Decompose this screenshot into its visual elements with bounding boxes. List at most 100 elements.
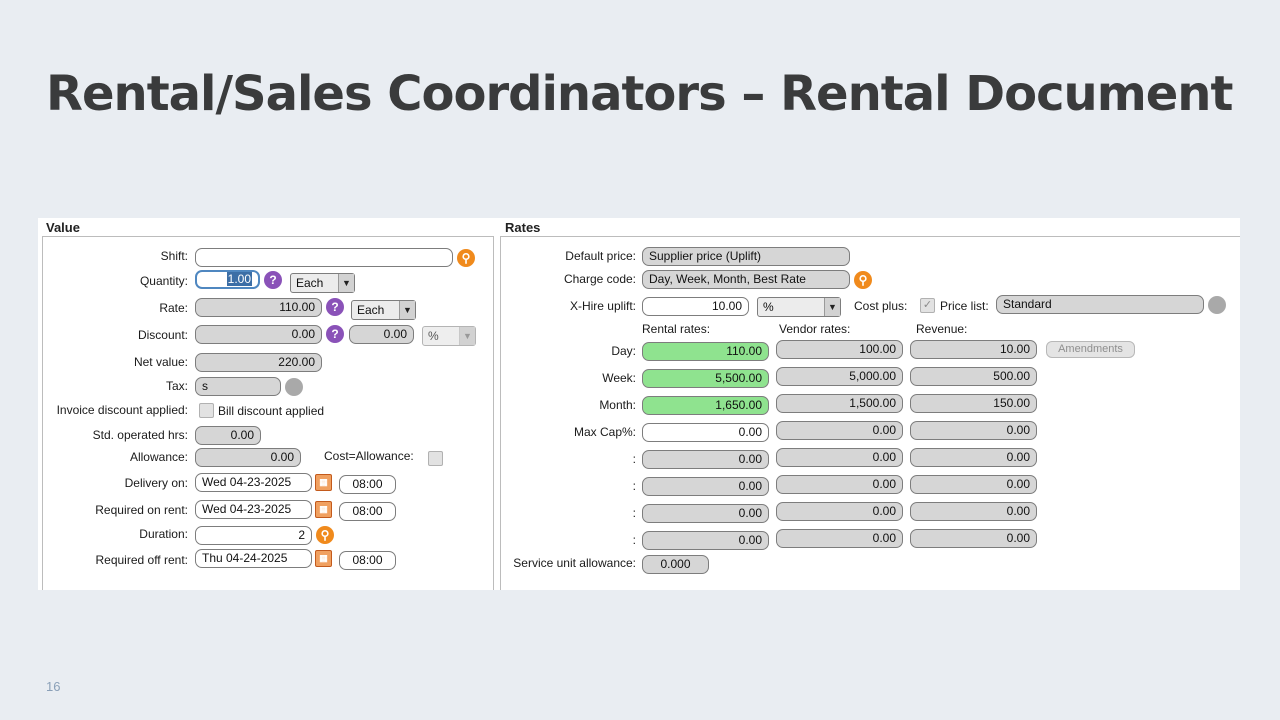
revenue-column-header: Revenue: bbox=[916, 322, 968, 336]
rate-row-label: : bbox=[632, 506, 636, 520]
vendor-rate-field[interactable]: 0.00 bbox=[776, 529, 903, 548]
rate-input[interactable]: 110.00 bbox=[195, 298, 322, 317]
vendor-rate-field[interactable]: 0.00 bbox=[776, 502, 903, 521]
rate-row-label: Month: bbox=[599, 398, 636, 412]
rental-rate-input[interactable]: 0.00 bbox=[642, 531, 769, 550]
required-on-rent-label: Required on rent: bbox=[95, 503, 188, 517]
page-number: 16 bbox=[46, 679, 61, 694]
x-hire-uplift-input[interactable]: 10.00 bbox=[642, 297, 749, 316]
charge-code-label: Charge code: bbox=[563, 272, 636, 286]
value-panel-right-border bbox=[493, 236, 494, 590]
discount-label: Discount: bbox=[137, 328, 188, 342]
invoice-discount-label: Invoice discount applied: bbox=[56, 403, 188, 417]
revenue-field: 0.00 bbox=[910, 502, 1037, 521]
rate-unit-select[interactable]: Each ▼ bbox=[351, 300, 416, 320]
required-on-rent-time-input[interactable]: 08:00 bbox=[339, 502, 396, 521]
delivery-calendar-icon[interactable]: ▦ bbox=[315, 474, 332, 491]
chevron-down-icon: ▼ bbox=[399, 301, 415, 319]
revenue-field: 0.00 bbox=[910, 475, 1037, 494]
value-panel-header: Value bbox=[46, 220, 80, 235]
vendor-rate-field[interactable]: 0.00 bbox=[776, 475, 903, 494]
rate-row-label: Day: bbox=[611, 344, 636, 358]
cost-plus-checkbox[interactable]: ✓ bbox=[920, 298, 935, 313]
duration-label: Duration: bbox=[139, 527, 188, 541]
revenue-field: 150.00 bbox=[910, 394, 1037, 413]
service-unit-allowance-field[interactable]: 0.000 bbox=[642, 555, 709, 574]
required-on-rent-calendar-icon[interactable]: ▦ bbox=[315, 501, 332, 518]
cost-allowance-label: Cost=Allowance: bbox=[324, 449, 414, 463]
rental-document-screenshot: Value Shift: ⚲ Quantity: 1.00 ? Each ▼ Ra… bbox=[38, 218, 1240, 590]
required-off-rent-label: Required off rent: bbox=[95, 553, 188, 567]
quantity-input[interactable]: 1.00 bbox=[195, 270, 260, 289]
amendments-button[interactable]: Amendments bbox=[1046, 341, 1135, 358]
rate-unit-value: Each bbox=[357, 303, 385, 317]
shift-input[interactable] bbox=[195, 248, 453, 267]
rental-rate-input[interactable]: 110.00 bbox=[642, 342, 769, 361]
allowance-input[interactable]: 0.00 bbox=[195, 448, 301, 467]
allowance-label: Allowance: bbox=[129, 450, 188, 464]
required-off-rent-time-input[interactable]: 08:00 bbox=[339, 551, 396, 570]
quantity-value: 1.00 bbox=[226, 272, 252, 286]
rate-row-label: : bbox=[632, 452, 636, 466]
quantity-unit-select[interactable]: Each ▼ bbox=[290, 273, 355, 293]
delivery-date-input[interactable]: Wed 04-23-2025 bbox=[195, 473, 312, 492]
rate-row-label: Max Cap%: bbox=[573, 425, 636, 439]
required-on-rent-date-input[interactable]: Wed 04-23-2025 bbox=[195, 500, 312, 519]
revenue-field: 0.00 bbox=[910, 529, 1037, 548]
std-operated-hrs-label: Std. operated hrs: bbox=[92, 428, 188, 442]
revenue-field: 500.00 bbox=[910, 367, 1037, 386]
quantity-help-icon[interactable]: ? bbox=[264, 271, 282, 289]
charge-code-search-icon[interactable]: ⚲ bbox=[854, 271, 872, 289]
slide-title: Rental/Sales Coordinators – Rental Docum… bbox=[46, 66, 1233, 122]
discount-input[interactable]: 0.00 bbox=[195, 325, 322, 344]
shift-search-icon[interactable]: ⚲ bbox=[457, 249, 475, 267]
vendor-rate-field[interactable]: 1,500.00 bbox=[776, 394, 903, 413]
charge-code-field[interactable]: Day, Week, Month, Best Rate bbox=[642, 270, 850, 289]
rental-rate-input[interactable]: 0.00 bbox=[642, 504, 769, 523]
chevron-down-icon: ▼ bbox=[459, 327, 475, 345]
value-panel-divider bbox=[42, 236, 494, 237]
required-off-rent-date-input[interactable]: Thu 04-24-2025 bbox=[195, 549, 312, 568]
default-price-label: Default price: bbox=[565, 249, 636, 263]
duration-search-icon[interactable]: ⚲ bbox=[316, 526, 334, 544]
required-off-rent-calendar-icon[interactable]: ▦ bbox=[315, 550, 332, 567]
rate-row-label: : bbox=[632, 533, 636, 547]
tax-input[interactable]: s bbox=[195, 377, 281, 396]
service-unit-allowance-label: Service unit allowance: bbox=[513, 556, 636, 570]
x-hire-unit-select[interactable]: % ▼ bbox=[757, 297, 841, 317]
rate-label: Rate: bbox=[159, 301, 188, 315]
value-panel-left-border bbox=[42, 236, 43, 590]
std-operated-hrs-input[interactable]: 0.00 bbox=[195, 426, 261, 445]
delivery-time-input[interactable]: 08:00 bbox=[339, 475, 396, 494]
vendor-rate-field[interactable]: 5,000.00 bbox=[776, 367, 903, 386]
rental-rate-input[interactable]: 0.00 bbox=[642, 477, 769, 496]
chevron-down-icon: ▼ bbox=[338, 274, 354, 292]
revenue-field: 0.00 bbox=[910, 448, 1037, 467]
shift-label: Shift: bbox=[160, 249, 188, 263]
price-list-label: Price list: bbox=[940, 299, 989, 313]
vendor-rate-field[interactable]: 100.00 bbox=[776, 340, 903, 359]
x-hire-uplift-label: X-Hire uplift: bbox=[569, 299, 636, 313]
discount-type-value: % bbox=[428, 329, 439, 343]
discount-amount-input[interactable]: 0.00 bbox=[349, 325, 414, 344]
vendor-rate-field[interactable]: 0.00 bbox=[776, 448, 903, 467]
rental-rates-column-header: Rental rates: bbox=[642, 322, 711, 336]
rate-help-icon[interactable]: ? bbox=[326, 298, 344, 316]
rental-rate-input[interactable]: 0.00 bbox=[642, 423, 769, 442]
vendor-rate-field[interactable]: 0.00 bbox=[776, 421, 903, 440]
bill-discount-label: Bill discount applied bbox=[218, 404, 325, 418]
cost-allowance-checkbox[interactable] bbox=[428, 451, 443, 466]
rental-rate-input[interactable]: 1,650.00 bbox=[642, 396, 769, 415]
rental-rate-input[interactable]: 0.00 bbox=[642, 450, 769, 469]
price-list-field[interactable]: Standard bbox=[996, 295, 1204, 314]
default-price-field[interactable]: Supplier price (Uplift) bbox=[642, 247, 850, 266]
rates-panel-header: Rates bbox=[505, 220, 541, 235]
bill-discount-checkbox[interactable] bbox=[199, 403, 214, 418]
discount-type-select[interactable]: % ▼ bbox=[422, 326, 476, 346]
duration-input[interactable]: 2 bbox=[195, 526, 312, 545]
cost-plus-label: Cost plus: bbox=[854, 299, 908, 313]
rental-rate-input[interactable]: 5,500.00 bbox=[642, 369, 769, 388]
revenue-field: 0.00 bbox=[910, 421, 1037, 440]
chevron-down-icon: ▼ bbox=[824, 298, 840, 316]
discount-help-icon[interactable]: ? bbox=[326, 325, 344, 343]
